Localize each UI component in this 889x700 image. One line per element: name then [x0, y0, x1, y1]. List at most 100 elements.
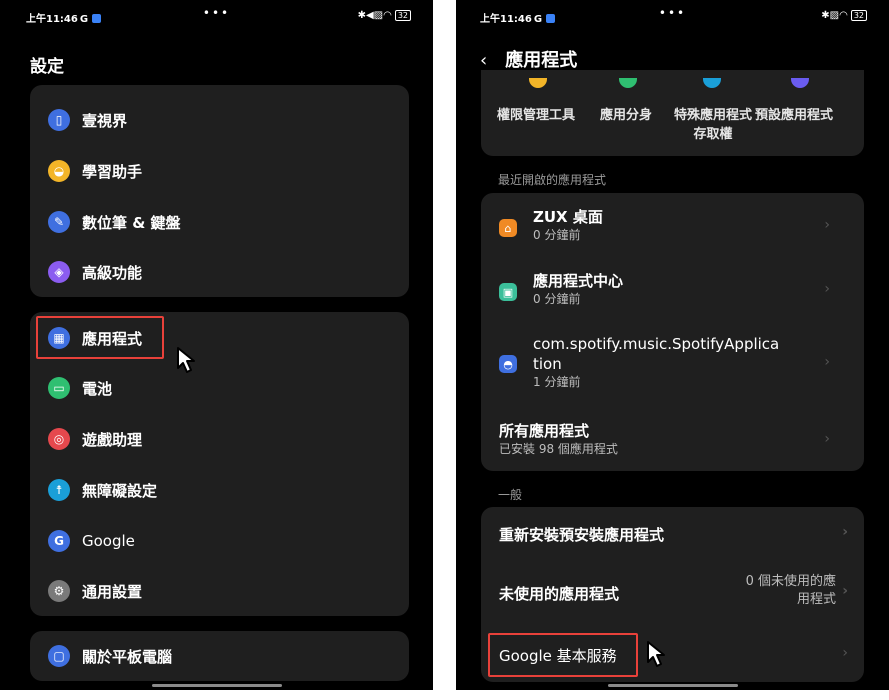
- mouse-cursor-icon: [177, 347, 195, 373]
- menu-item-game-assistant[interactable]: ◎ 遊戲助理: [48, 419, 391, 459]
- view-icon: ▯: [48, 109, 70, 131]
- menu-item-battery[interactable]: ▭ 電池: [48, 368, 391, 408]
- status-icons: ✱▨◠ 32: [821, 10, 867, 21]
- play-store-status-icon: [92, 14, 102, 23]
- menu-item-general-settings[interactable]: ⚙ 通用設置: [48, 571, 391, 611]
- battery-icon: 32: [850, 10, 867, 21]
- android-icon: ◓: [499, 355, 517, 373]
- status-symbols: ✱◀▨◠: [357, 10, 392, 21]
- app-clone-icon: [619, 78, 637, 88]
- app-last-opened: 1 分鐘前: [533, 375, 581, 389]
- shortcut-special-access[interactable]: 特殊應用程式 存取權: [671, 104, 755, 142]
- app-name: 應用程式中心: [533, 272, 624, 290]
- google-status-icon: G: [79, 14, 89, 25]
- recent-apps-header: 最近開啟的應用程式: [498, 173, 607, 187]
- app-name-line1: com.spotify.music.SpotifyApplica: [533, 335, 780, 353]
- unused-value-line1: 0 個未使用的應: [745, 574, 836, 589]
- general-header: 一般: [498, 488, 523, 502]
- play-store-status-icon: [546, 14, 556, 23]
- menu-item-label: 高級功能: [82, 263, 143, 282]
- back-arrow-icon[interactable]: ‹: [480, 50, 487, 71]
- special-access-icon: [703, 78, 721, 88]
- menu-item-accessibility[interactable]: ☨ 無障礙設定: [48, 470, 391, 510]
- chevron-right-icon: ›: [824, 431, 830, 447]
- graduation-cap-icon: ◒: [48, 160, 70, 182]
- gear-icon: ⚙: [48, 580, 70, 602]
- tablet-icon: ▢: [48, 645, 70, 667]
- all-apps-row[interactable]: 所有應用程式 已安裝 98 個應用程式 ›: [499, 421, 846, 457]
- default-apps-icon: [791, 78, 809, 88]
- app-last-opened: 0 分鐘前: [533, 228, 581, 242]
- menu-item-label: 學習助手: [82, 162, 143, 181]
- menu-item-google[interactable]: G Google: [48, 521, 391, 561]
- all-apps-label: 所有應用程式: [499, 422, 590, 440]
- advanced-icon: ◈: [48, 261, 70, 283]
- setting-label: 重新安裝預安裝應用程式: [499, 526, 665, 544]
- shortcut-label-line1: 特殊應用程式: [673, 108, 752, 123]
- settings-group-about: ▢ 關於平板電腦: [30, 631, 409, 681]
- installed-count: 已安裝 98 個應用程式: [499, 442, 618, 456]
- chevron-right-icon: ›: [842, 583, 848, 599]
- menu-item-label: 壹視界: [82, 111, 128, 130]
- unused-apps[interactable]: 未使用的應用程式 0 個未使用的應 用程式 ›: [499, 574, 848, 607]
- menu-item-about-tablet[interactable]: ▢ 關於平板電腦: [48, 636, 391, 676]
- chevron-right-icon: ›: [824, 354, 830, 370]
- mouse-cursor-icon: [647, 641, 665, 667]
- status-bar: 上午11:46 G ••• ✱◀▨◠ 32: [0, 6, 433, 28]
- shortcut-permission-manager[interactable]: 權限管理工具: [497, 104, 575, 123]
- app-last-opened: 0 分鐘前: [533, 292, 581, 306]
- menu-item-study-assistant[interactable]: ◒ 學習助手: [48, 151, 391, 191]
- menu-item-view[interactable]: ▯ 壹視界: [48, 100, 391, 140]
- menu-item-label: 關於平板電腦: [82, 647, 173, 666]
- status-bar: 上午11:46 G ••• ✱▨◠ 32: [456, 6, 889, 28]
- recent-app-row[interactable]: ▣ 應用程式中心 0 分鐘前 ›: [499, 271, 846, 307]
- battery-icon: 32: [394, 10, 411, 21]
- home-indicator[interactable]: [151, 684, 282, 687]
- shortcut-default-apps[interactable]: 預設應用程式: [755, 104, 833, 123]
- pen-icon: ✎: [48, 211, 70, 233]
- menu-item-label: 無障礙設定: [82, 481, 158, 500]
- menu-item-label: 數位筆 & 鍵盤: [82, 213, 181, 232]
- reinstall-preinstalled-apps[interactable]: 重新安裝預安裝應用程式 ›: [499, 524, 848, 545]
- shortcut-label-line2: 存取權: [693, 127, 733, 142]
- highlight-box-apps: [36, 316, 164, 359]
- page-title: 應用程式: [505, 50, 578, 71]
- unused-apps-value: 0 個未使用的應 用程式: [746, 573, 836, 609]
- accessibility-icon: ☨: [48, 479, 70, 501]
- menu-item-label: Google: [82, 532, 135, 550]
- shortcuts-card: 權限管理工具 應用分身 特殊應用程式 存取權 預設應用程式: [481, 70, 864, 156]
- highlight-box-google-services: [488, 633, 638, 677]
- recent-app-row[interactable]: ◓ com.spotify.music.SpotifyApplica tion …: [499, 334, 846, 390]
- status-symbols: ✱▨◠: [821, 10, 848, 21]
- menu-item-pen-keyboard[interactable]: ✎ 數位筆 & 鍵盤: [48, 202, 391, 242]
- settings-screen: 上午11:46 G ••• ✱◀▨◠ 32 設定 ▯ 壹視界 ◒ 學習助手 ✎ 數位…: [0, 0, 433, 690]
- apps-settings-screen: 上午11:46 G ••• ✱▨◠ 32 ‹ 應用程式 權限管理工具 應用分身 特殊應…: [456, 0, 889, 690]
- battery-icon: ▭: [48, 377, 70, 399]
- menu-item-label: 遊戲助理: [82, 430, 143, 449]
- chevron-right-icon: ›: [824, 281, 830, 297]
- unused-value-line2: 用程式: [796, 592, 836, 607]
- status-time: 上午11:46 G: [26, 10, 102, 25]
- recent-app-row[interactable]: ⌂ ZUX 桌面 0 分鐘前 ›: [499, 207, 846, 243]
- chevron-right-icon: ›: [842, 645, 848, 661]
- status-dots: •••: [658, 6, 687, 20]
- chevron-right-icon: ›: [842, 524, 848, 540]
- setting-label: 未使用的應用程式: [499, 585, 620, 603]
- app-name: ZUX 桌面: [533, 208, 603, 226]
- google-icon: G: [48, 530, 70, 552]
- status-time: 上午11:46 G: [480, 10, 556, 25]
- gamepad-icon: ◎: [48, 428, 70, 450]
- page-header: ‹ 應用程式: [480, 46, 577, 72]
- settings-group-features: ▯ 壹視界 ◒ 學習助手 ✎ 數位筆 & 鍵盤 ◈ 高級功能: [30, 85, 409, 297]
- home-indicator[interactable]: [607, 684, 738, 687]
- shortcut-app-clone[interactable]: 應用分身: [600, 104, 652, 123]
- chevron-right-icon: ›: [824, 217, 830, 233]
- menu-item-label: 通用設置: [82, 582, 143, 601]
- status-icons: ✱◀▨◠ 32: [358, 10, 411, 21]
- app-center-icon: ▣: [499, 283, 517, 301]
- menu-item-advanced[interactable]: ◈ 高級功能: [48, 252, 391, 292]
- permission-manager-icon: [529, 78, 547, 88]
- page-title: 設定: [30, 57, 64, 77]
- app-name-line2: tion: [533, 355, 562, 373]
- home-launcher-icon: ⌂: [499, 219, 517, 237]
